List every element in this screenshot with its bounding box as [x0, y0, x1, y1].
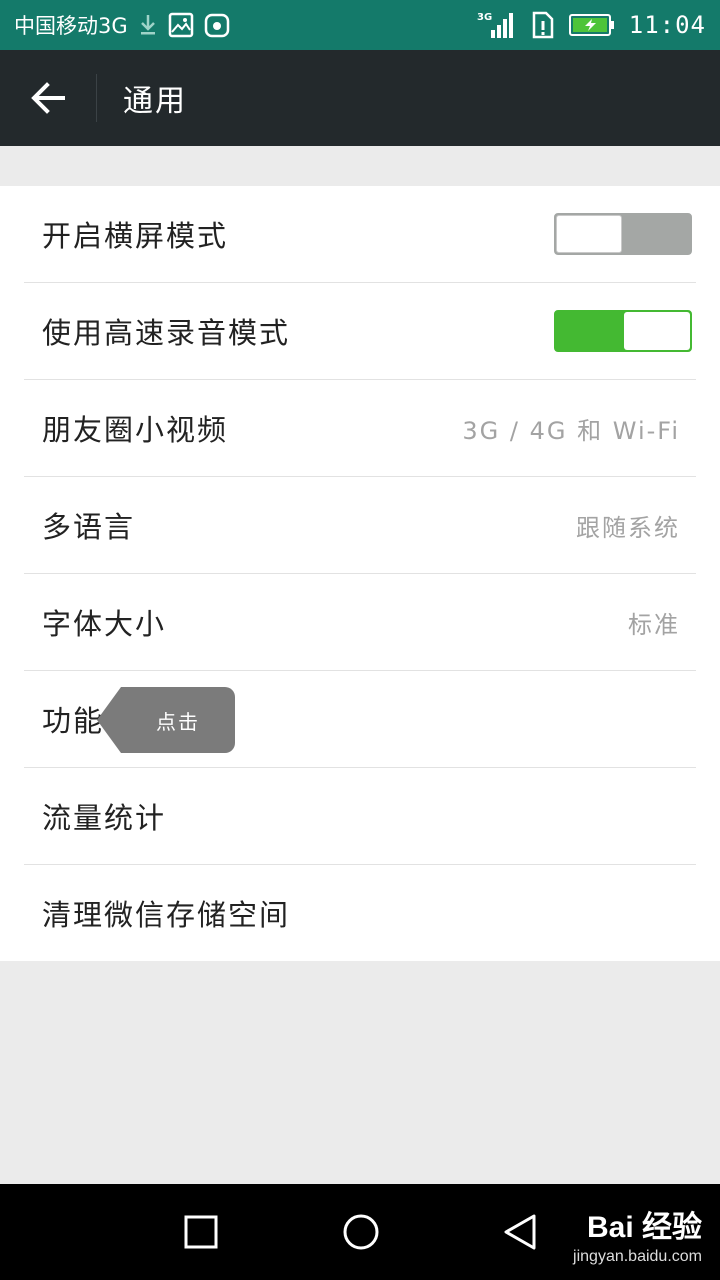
setting-landscape-mode[interactable]: 开启横屏模式	[24, 186, 696, 283]
status-bar: 中国移动3G 3G 11:04	[0, 0, 720, 50]
hq-recording-toggle[interactable]	[554, 310, 692, 352]
clock: 11:04	[628, 11, 706, 39]
setting-moments-video[interactable]: 朋友圈小视频 3G / 4G 和 Wi-Fi	[24, 380, 696, 477]
back-arrow-icon	[31, 82, 65, 114]
setting-label: 清理微信存储空间	[42, 898, 291, 932]
watermark-url: jingyan.baidu.com	[573, 1248, 702, 1265]
page-title: 通用	[123, 84, 187, 119]
toggle-knob	[556, 215, 622, 253]
carrier-label: 中国移动3G	[14, 14, 128, 38]
app-bar: 通用	[0, 50, 720, 146]
setting-language[interactable]: 多语言 跟随系统	[24, 477, 696, 574]
setting-label: 字体大小	[42, 607, 167, 641]
watermark-brand: Bai 经验	[586, 1211, 702, 1244]
setting-data-usage[interactable]: 流量统计	[24, 768, 696, 865]
setting-value: 3G / 4G 和 Wi-Fi	[462, 416, 680, 445]
landscape-mode-toggle[interactable]	[554, 213, 692, 255]
recent-apps-icon	[184, 1215, 218, 1249]
setting-label: 使用高速录音模式	[42, 316, 291, 350]
back-icon	[504, 1214, 536, 1250]
settings-list: 开启横屏模式 使用高速录音模式 朋友圈小视频 3G / 4G 和 Wi-Fi 多…	[0, 186, 720, 961]
home-button[interactable]	[311, 1184, 411, 1280]
app-bar-divider	[96, 74, 97, 122]
navigation-bar: Bai 经验 jingyan.baidu.com	[0, 1184, 720, 1280]
home-icon	[343, 1214, 379, 1250]
setting-label: 流量统计	[42, 801, 167, 835]
huawei-app-icon	[204, 12, 230, 38]
battery-charging-icon	[568, 13, 615, 37]
setting-label: 开启横屏模式	[42, 219, 229, 253]
setting-font-size[interactable]: 字体大小 标准	[24, 574, 696, 671]
setting-value: 跟随系统	[576, 513, 680, 542]
setting-label: 功能	[42, 704, 105, 738]
download-icon	[138, 13, 158, 37]
setting-label: 多语言	[42, 510, 136, 544]
click-hint-tooltip: 点击	[97, 687, 235, 753]
baidu-jingyan-watermark: Bai 经验 jingyan.baidu.com	[573, 1202, 702, 1266]
setting-label: 朋友圈小视频	[42, 413, 229, 447]
gallery-icon	[168, 12, 194, 38]
setting-value: 标准	[628, 610, 680, 639]
sim-alert-icon	[531, 11, 555, 39]
setting-features[interactable]: 功能 点击	[24, 671, 696, 768]
setting-clear-storage[interactable]: 清理微信存储空间	[24, 865, 696, 961]
setting-hq-recording[interactable]: 使用高速录音模式	[24, 283, 696, 380]
recent-apps-button[interactable]	[151, 1184, 251, 1280]
signal-icon: 3G	[477, 10, 517, 40]
toggle-knob	[624, 312, 690, 350]
back-button[interactable]	[0, 50, 96, 146]
nav-back-button[interactable]	[470, 1184, 570, 1280]
network-badge: 3G	[477, 12, 492, 23]
